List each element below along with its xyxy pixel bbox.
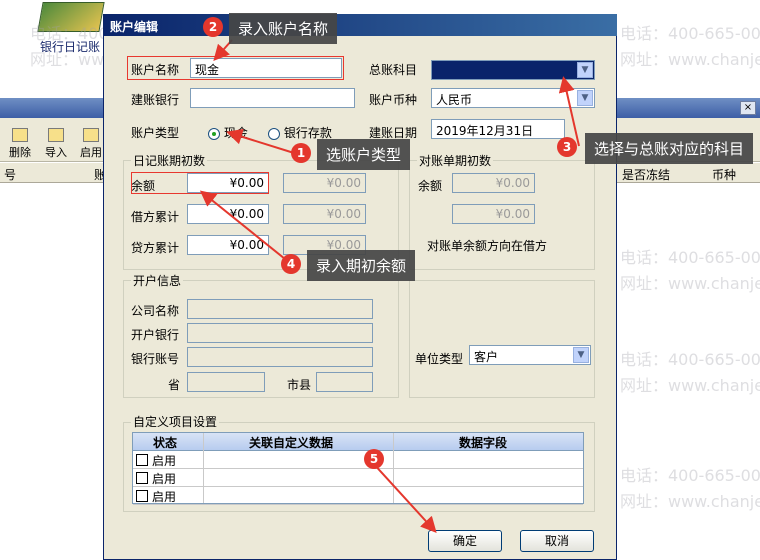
- callout-1: 选账户类型: [317, 139, 411, 170]
- arrow-4: [199, 190, 291, 264]
- step-badge-2: 2: [203, 17, 223, 37]
- step-badge-3: 3: [557, 137, 577, 157]
- step-badge-1: 1: [291, 143, 311, 163]
- callout-4: 录入期初余额: [307, 250, 416, 281]
- callout-2: 录入账户名称: [229, 13, 338, 44]
- arrow-1: [226, 128, 295, 154]
- step-badge-5: 5: [364, 449, 384, 469]
- arrow-5: [371, 461, 437, 533]
- callout-3: 选择与总账对应的科目: [585, 133, 754, 164]
- step-badge-4: 4: [281, 254, 301, 274]
